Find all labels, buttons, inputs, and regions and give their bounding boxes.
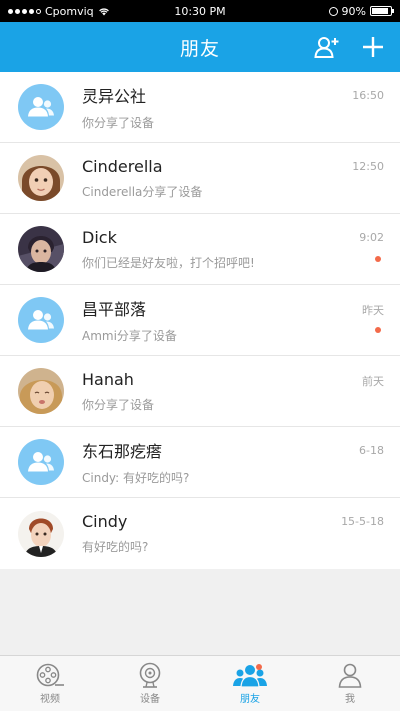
- last-message: Ammi分享了设备: [82, 329, 177, 343]
- friend-row-0[interactable]: 灵异公社 你分享了设备 16:50: [0, 72, 400, 143]
- tab-friends[interactable]: 朋友: [200, 656, 300, 711]
- rotation-lock-icon: [328, 6, 338, 16]
- plus-icon: [363, 37, 383, 57]
- friend-name: Dick: [82, 227, 117, 247]
- add-button[interactable]: [360, 34, 386, 60]
- group-avatar-icon: [18, 297, 64, 343]
- avatar: [18, 155, 64, 201]
- add-person-icon: [314, 37, 339, 58]
- last-message: 有好吃的吗?: [82, 540, 149, 554]
- film-reel-icon: [36, 663, 64, 687]
- page-title: 朋友: [179, 37, 220, 60]
- friend-row-4[interactable]: Hanah 你分享了设备 前天: [0, 356, 400, 427]
- last-message: Cindy: 有好吃的吗?: [82, 471, 190, 485]
- message-time: 前天: [362, 375, 384, 388]
- friends-icon: [233, 665, 267, 688]
- battery-percent: 90%: [341, 4, 366, 18]
- avatar: [18, 226, 64, 272]
- friend-row-2[interactable]: Dick 你们已经是好友啦，打个招呼吧! 9:02: [0, 214, 400, 285]
- signal-strength-icon: [8, 8, 41, 14]
- friend-row-6[interactable]: Cindy 有好吃的吗? 15-5-18: [0, 498, 400, 569]
- people-icon: [28, 97, 54, 117]
- last-message: Cinderella分享了设备: [82, 184, 203, 199]
- battery-info: 90%: [328, 4, 394, 18]
- unread-dot: [375, 327, 381, 333]
- unread-dot: [375, 256, 381, 262]
- friend-name: 昌平部落: [82, 300, 147, 319]
- message-time: 16:50: [352, 89, 384, 102]
- tab-label: 朋友: [240, 694, 260, 705]
- tab-label: 视频: [40, 694, 60, 705]
- friend-row-1[interactable]: Cinderella Cinderella分享了设备 12:50: [0, 143, 400, 214]
- tab-bar: 视频 设备 朋友 我: [0, 655, 400, 711]
- camera-device-icon: [139, 662, 161, 688]
- last-message: 你分享了设备: [82, 397, 155, 412]
- status-bar: Cpomviq 10:30 PM 90%: [0, 0, 400, 22]
- message-time: 15-5-18: [341, 515, 384, 528]
- wifi-icon: [98, 7, 109, 15]
- battery-icon: [370, 6, 394, 16]
- avatar: [18, 510, 64, 557]
- tab-video[interactable]: 视频: [0, 656, 100, 711]
- message-time: 9:02: [359, 231, 384, 244]
- carrier-name: Cpomviq: [45, 4, 94, 18]
- last-message: 你们已经是好友啦，打个招呼吧!: [82, 255, 255, 270]
- message-time: 昨天: [362, 304, 384, 317]
- tab-label: 我: [345, 694, 355, 705]
- message-time: 12:50: [352, 160, 384, 173]
- avatar: [18, 368, 64, 414]
- friend-row-5[interactable]: 东石那疙瘩 Cindy: 有好吃的吗? 6-18: [0, 427, 400, 498]
- add-friend-button[interactable]: [314, 34, 340, 60]
- group-avatar-icon: [18, 439, 64, 485]
- friend-list: 灵异公社 你分享了设备 16:50 Cinderella Cinderella分…: [0, 72, 400, 569]
- tab-badge-dot: [256, 664, 262, 670]
- group-avatar-icon: [18, 84, 64, 130]
- tab-label: 设备: [140, 694, 160, 705]
- people-icon: [28, 310, 54, 330]
- people-icon: [28, 452, 54, 472]
- last-message: 你分享了设备: [82, 116, 155, 130]
- person-icon: [338, 663, 362, 688]
- friend-name: Hanah: [82, 369, 134, 389]
- message-time: 6-18: [359, 444, 384, 457]
- tab-device[interactable]: 设备: [100, 656, 200, 711]
- friend-row-3[interactable]: 昌平部落 Ammi分享了设备 昨天: [0, 285, 400, 356]
- tab-me[interactable]: 我: [300, 656, 400, 711]
- nav-bar: 朋友: [0, 22, 400, 72]
- friend-name: 东石那疙瘩: [82, 442, 163, 461]
- carrier-info: Cpomviq: [8, 5, 110, 18]
